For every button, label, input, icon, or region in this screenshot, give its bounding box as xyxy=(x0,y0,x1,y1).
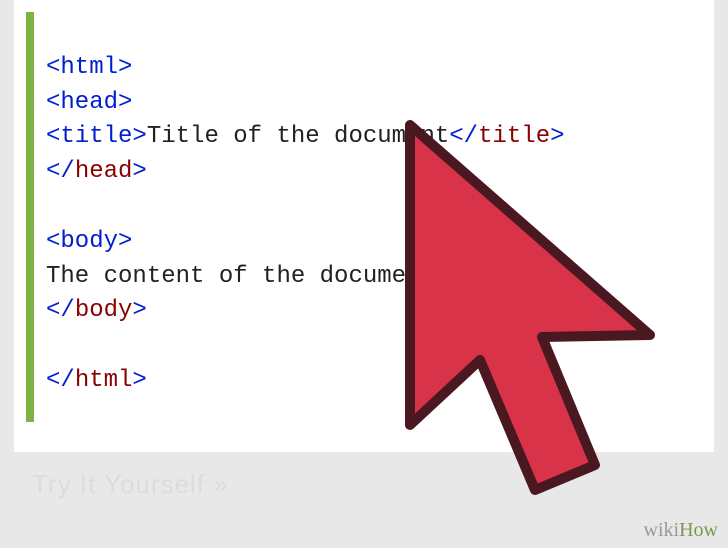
code-line-3: <title>Title of the document</title> xyxy=(46,123,565,150)
code-line-4: </head> xyxy=(46,158,147,185)
faint-background-text: Try It Yourself » xyxy=(32,469,229,500)
code-line-2: <head> xyxy=(46,89,132,116)
code-block: <html> <head> <title>Title of the docume… xyxy=(34,0,577,452)
code-line-1: <html> xyxy=(46,54,132,81)
code-line-7: The content of the document...... xyxy=(46,263,521,290)
watermark-part2: How xyxy=(679,519,718,541)
code-panel: <html> <head> <title>Title of the docume… xyxy=(14,0,714,452)
code-line-10: </html> xyxy=(46,367,147,394)
watermark: wikiHow xyxy=(644,519,718,542)
code-line-6: <body> xyxy=(46,228,132,255)
watermark-part1: wiki xyxy=(644,519,680,541)
code-line-8: </body> xyxy=(46,297,147,324)
code-accent-bar xyxy=(26,12,34,422)
